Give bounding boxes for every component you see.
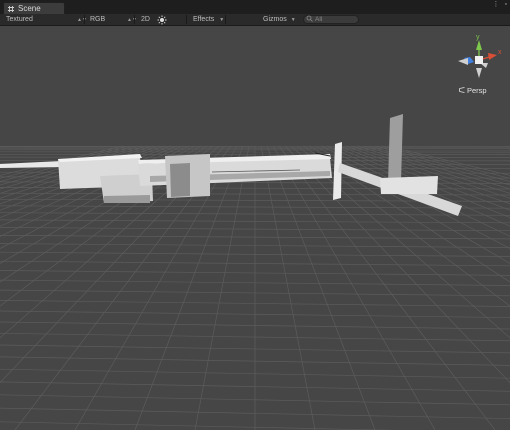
render-mode-arrows-icon[interactable]: ▲▼ bbox=[127, 14, 137, 25]
grid-line bbox=[0, 145, 184, 227]
render-mode-label: RGB bbox=[90, 16, 106, 23]
scene-toolbar: Textured ▲▼ RGB ▲▼ 2D Effects ▼ Gizmos ▼… bbox=[0, 14, 510, 26]
maximize-icon[interactable]: ▫ bbox=[505, 1, 507, 8]
kebab-menu-icon[interactable]: ⋮ bbox=[493, 1, 500, 8]
tab-strip: Scene ⋮ ▫ bbox=[0, 0, 510, 14]
effects-label: Effects bbox=[193, 16, 215, 23]
scene-viewport[interactable] bbox=[0, 26, 510, 430]
rifle-stock-base bbox=[380, 176, 438, 194]
tab-scene[interactable]: Scene bbox=[3, 2, 65, 14]
window-controls: ⋮ ▫ bbox=[493, 1, 507, 8]
scene-grid-icon bbox=[8, 5, 14, 12]
perspective-icon bbox=[459, 86, 465, 95]
toolbar-divider bbox=[186, 15, 187, 24]
tab-scene-label: Scene bbox=[18, 4, 41, 13]
neg-x-cone[interactable] bbox=[458, 58, 468, 65]
x-axis-cone[interactable] bbox=[488, 53, 497, 60]
search-placeholder: All bbox=[315, 16, 323, 23]
y-axis-cone[interactable] bbox=[476, 40, 482, 50]
toolbar-divider bbox=[134, 15, 135, 24]
gizmos-label: Gizmos bbox=[263, 16, 287, 23]
projection-toggle[interactable]: Persp bbox=[459, 86, 487, 95]
rifle-barrel bbox=[0, 161, 62, 168]
neg-y-cone[interactable] bbox=[476, 68, 482, 78]
gizmos-dropdown[interactable]: Gizmos ▼ bbox=[263, 14, 296, 25]
rifle-lower-block-shadow bbox=[104, 195, 150, 203]
chevron-down-icon: ▼ bbox=[290, 16, 296, 23]
gizmo-center-cube[interactable] bbox=[475, 56, 483, 64]
projection-label: Persp bbox=[467, 86, 487, 95]
scene-canvas[interactable] bbox=[0, 26, 510, 430]
search-input[interactable]: All bbox=[303, 15, 359, 24]
render-mode-dropdown[interactable]: RGB bbox=[90, 14, 105, 25]
toolbar-divider bbox=[225, 15, 226, 24]
toolbar-divider bbox=[84, 15, 85, 24]
draw-mode-arrows-icon[interactable]: ▲▼ bbox=[77, 14, 87, 25]
scene-orientation-gizmo[interactable]: y x bbox=[450, 32, 508, 94]
search-icon bbox=[306, 15, 313, 24]
sun-icon[interactable] bbox=[157, 14, 167, 25]
chevron-down-icon: ▼ bbox=[219, 16, 225, 23]
x-axis-label: x bbox=[498, 49, 502, 56]
effects-dropdown[interactable]: Effects ▼ bbox=[193, 14, 224, 25]
2d-toggle-button[interactable]: 2D bbox=[141, 14, 150, 25]
rifle-magazine-front bbox=[170, 163, 190, 197]
rifle-stock-fin bbox=[388, 114, 403, 182]
y-axis-label: y bbox=[476, 34, 480, 41]
2d-toggle-label: 2D bbox=[141, 16, 150, 23]
draw-mode-label: Textured bbox=[6, 16, 33, 23]
draw-mode-dropdown[interactable]: Textured bbox=[6, 14, 33, 25]
